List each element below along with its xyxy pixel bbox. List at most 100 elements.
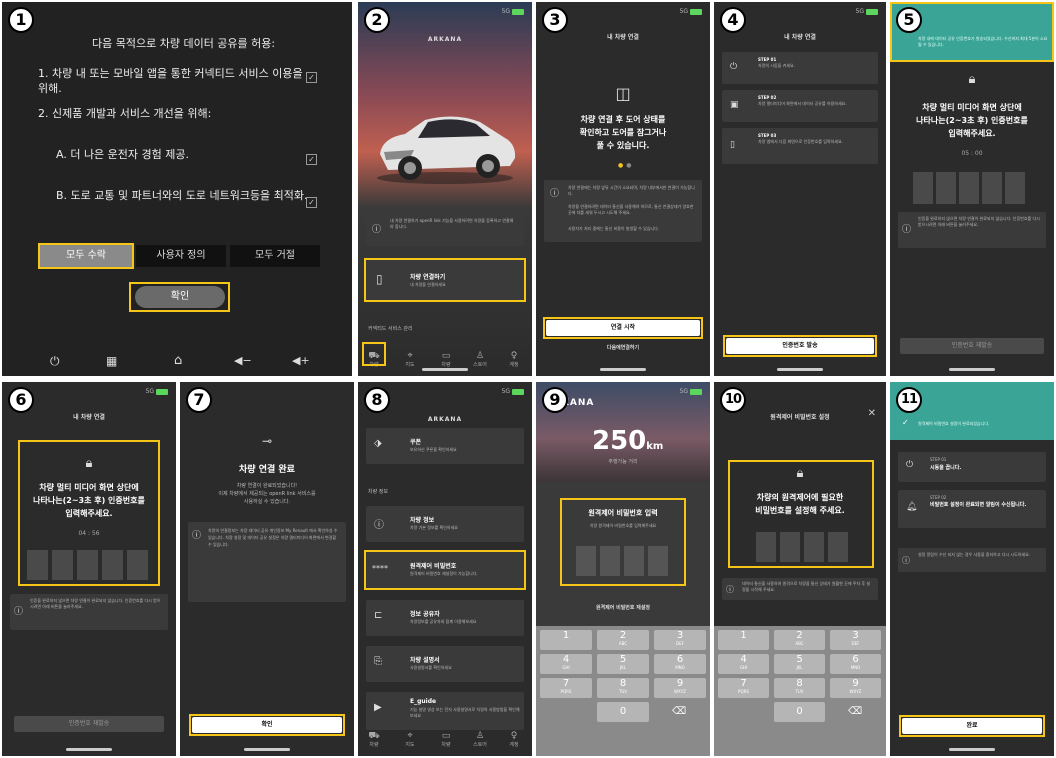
tab-map[interactable]: ⌖ 지도 xyxy=(400,351,420,368)
code-digit[interactable] xyxy=(959,172,979,204)
tab-car[interactable]: ▭ 차량 xyxy=(436,731,456,748)
tab-vehicle[interactable]: ⛟ 차량 xyxy=(364,731,384,748)
key-1[interactable]: 1 xyxy=(540,630,592,650)
p1-itemA: A. 더 나은 운전자 경험 제공. xyxy=(56,148,190,161)
key-6[interactable]: 6 MNO xyxy=(830,654,881,674)
code-digit[interactable] xyxy=(982,172,1002,204)
highlight xyxy=(362,342,386,366)
close-icon[interactable]: ✕ xyxy=(868,408,876,419)
tab-account[interactable]: ♀ 계정 xyxy=(504,351,524,368)
home-indicator xyxy=(600,368,646,371)
range-value: 250km xyxy=(592,426,664,456)
step-number: 5 xyxy=(896,7,922,33)
info-text: 내 차량 연결하기 openR link 기능을 사용하려면 차량을 등록하고 … xyxy=(390,218,514,229)
panel-11-done: 11 ✓ 원격제어 비밀번호 설정이 완료되었습니다. ⏻ STEP 01 시동… xyxy=(890,382,1054,756)
key-9[interactable]: 9 WXYZ xyxy=(654,678,706,698)
key-9[interactable]: 9 WXYZ xyxy=(830,678,881,698)
code-digit[interactable] xyxy=(1005,172,1025,204)
headline-3: 입력해주세요. xyxy=(948,129,996,138)
bell-icon: 🔔︎ xyxy=(906,502,918,512)
key-5[interactable]: 5 JKL xyxy=(597,654,649,674)
key-4[interactable]: 4 GHI xyxy=(540,654,592,674)
home-indicator xyxy=(949,368,995,371)
tab-car[interactable]: ▭ 차량 xyxy=(436,351,456,368)
key-4[interactable]: 4 GHI xyxy=(718,654,769,674)
plug-icon: ⊸ xyxy=(261,434,273,448)
info-icon: ⓘ xyxy=(726,585,734,594)
key-7[interactable]: 7 PQRS xyxy=(540,678,592,698)
info-card: ⓘ 차량 연결에는 차량 앞뒤 시간이 소요되며, 차량 내부에서만 연결이 가… xyxy=(544,180,702,242)
step-number: 2 xyxy=(364,7,390,33)
step-text: 비밀번호 설정이 완료되면 알림이 수신됩니다. xyxy=(930,502,1027,508)
step-card-3: ▯ STEP 03 차량 앱에서 다음 화면으로 인증번호를 입력하세요. xyxy=(722,128,878,164)
backspace-icon[interactable]: ⌫ xyxy=(672,706,686,717)
step-card-1: ⏻ STEP 01 시동을 끕니다. xyxy=(898,452,1046,482)
item-sub: 차량정보를 공유자와 함께 이용해보세요 xyxy=(410,619,477,624)
info-card: ⓘ 설정 알림이 수신 되지 않는 경우 사용을 중지하고 다시 시도하세요. xyxy=(898,548,1046,572)
highlight xyxy=(723,335,877,357)
step-text: 차량의 시동을 켜세요. xyxy=(758,63,795,68)
key-8[interactable]: 8 TUV xyxy=(597,678,649,698)
headline-1: 차량 연결 후 도어 상태를 xyxy=(580,115,666,124)
key-1[interactable]: 1 xyxy=(718,630,769,650)
tab-store[interactable]: ♙ 스토어 xyxy=(470,731,490,748)
resend-code-button[interactable]: 인증번호 재발송 xyxy=(900,338,1044,354)
home-indicator xyxy=(777,368,823,371)
key-8[interactable]: 8 TUV xyxy=(774,678,825,698)
key-3[interactable]: 3 DEF xyxy=(830,630,881,650)
info-card: ⓘ 내 차량 연결하기 openR link 기능을 사용하려면 차량을 등록하… xyxy=(366,212,524,246)
share-item[interactable]: ⊏ 정보 공유자 차량정보를 공유자와 함께 이용해보세요 xyxy=(366,600,524,636)
volume-down-icon[interactable]: ◀− xyxy=(234,354,252,367)
status-bar: 5G xyxy=(680,388,702,395)
custom-button[interactable]: 사용자 정의 xyxy=(136,245,226,267)
volume-up-icon[interactable]: ◀+ xyxy=(292,354,310,367)
tab-map[interactable]: ⌖ 지도 xyxy=(400,731,420,748)
tab-account[interactable]: ♀ 계정 xyxy=(504,731,524,748)
reset-password-link[interactable]: 원격제어 비밀번호 재설정 xyxy=(536,604,710,612)
check-icon[interactable]: ✓ xyxy=(306,197,317,208)
brand-title: ARKANA xyxy=(546,398,595,408)
key-3[interactable]: 3 DEF xyxy=(654,630,706,650)
panel-6-code: 6 5G 내 차량 연결 🔒︎ 차량 멀티 미디어 화면 상단에 나타나는(2~… xyxy=(2,382,176,756)
key-0[interactable]: 0 xyxy=(774,702,825,722)
power-icon: ⏻ xyxy=(906,460,914,470)
check-icon: ✓ xyxy=(902,418,909,427)
check-icon[interactable]: ✓ xyxy=(306,154,317,165)
code-digit[interactable] xyxy=(936,172,956,204)
page-title: 내 차량 연결 xyxy=(607,34,639,41)
key-0[interactable]: 0 xyxy=(597,702,649,722)
range-label: 주행가능 거리 xyxy=(608,459,638,465)
banner-text: 원격제어 비밀번호 설정이 완료되었습니다. xyxy=(918,421,990,426)
vehicle-info-item[interactable]: ⓘ 차량 정보 차량 기본 정보를 확인하세요 xyxy=(366,506,524,542)
check-icon[interactable]: ✓ xyxy=(306,72,317,83)
backspace-icon[interactable]: ⌫ xyxy=(848,706,862,717)
key-2[interactable]: 2 ABC xyxy=(774,630,825,650)
code-digit[interactable] xyxy=(913,172,933,204)
key-7[interactable]: 7 PQRS xyxy=(718,678,769,698)
highlight xyxy=(129,282,230,312)
tab-store[interactable]: ♙ 스토어 xyxy=(470,351,490,368)
brand-title: ARKANA xyxy=(427,36,463,43)
highlight xyxy=(364,258,526,302)
numeric-keypad: 1 2 ABC 3 DEF 4 GHI 5 JKL 6 MNO 7 PQRS 8 TUV 9W… xyxy=(714,626,886,756)
home-icon[interactable]: ⌂ xyxy=(174,353,182,368)
section-label: 차량 정보 xyxy=(368,489,388,495)
item-sub: 사용설명서를 확인하세요 xyxy=(410,665,452,670)
page-title: 원격제어 비밀번호 설정 xyxy=(770,414,830,421)
status-bar: 5G xyxy=(502,8,524,15)
connect-later-link[interactable]: 다음에연결하기 xyxy=(536,344,710,352)
item-sub: 보유하신 쿠폰을 확인하세요 xyxy=(410,447,457,452)
resend-code-button[interactable]: 인증번호 재발송 xyxy=(14,716,164,732)
power-icon[interactable]: ⏻ xyxy=(50,354,60,369)
reject-all-button[interactable]: 모두 거절 xyxy=(230,245,320,267)
key-2[interactable]: 2 ABC xyxy=(597,630,649,650)
eguide-item[interactable]: ▶ E_guide 기능 설명 영상 보는 전자 사용설명서로 차량의 사용방법… xyxy=(366,692,524,730)
p1-item2: 2. 신제품 개발과 서비스 개선을 위해: xyxy=(38,107,212,120)
manual-item[interactable]: ⎘ 차량 설명서 사용설명서를 확인하세요 xyxy=(366,646,524,682)
step-number: 3 xyxy=(542,7,568,33)
key-5[interactable]: 5 JKL xyxy=(774,654,825,674)
coupon-item[interactable]: ⬗ 쿠폰 보유하신 쿠폰을 확인하세요 xyxy=(366,428,524,464)
apps-icon[interactable]: ▦ xyxy=(106,354,117,368)
key-6[interactable]: 6 MNO xyxy=(654,654,706,674)
info-card: ⓘ 데이터 통신을 사용하여 원격으로 차량을 통신 상태가 원활한 곳에 주차… xyxy=(722,578,878,600)
